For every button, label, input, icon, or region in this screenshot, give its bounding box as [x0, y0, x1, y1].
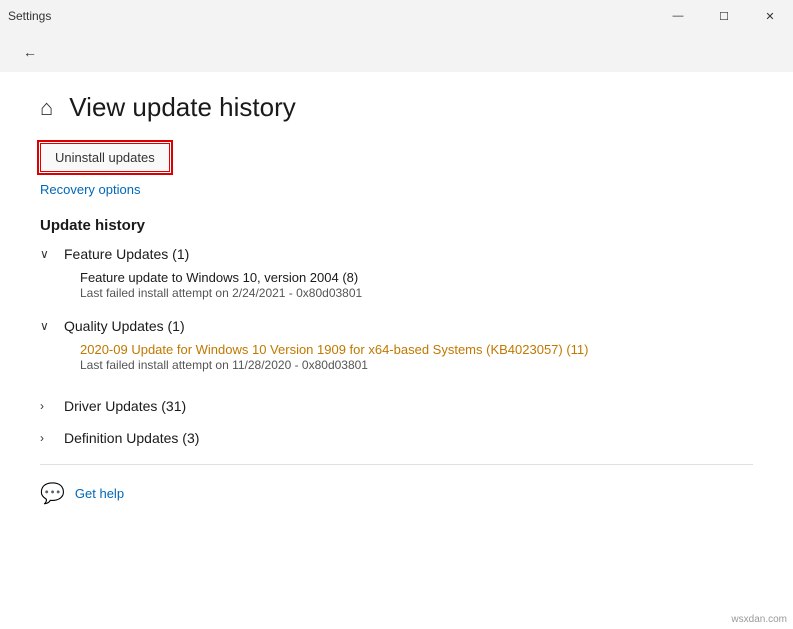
title-bar: Settings — ☐ ✕: [0, 0, 793, 32]
section-title: Update history: [40, 217, 753, 234]
quality-update-name-link-0[interactable]: 2020-09 Update for Windows 10 Version 19…: [80, 342, 753, 357]
feature-updates-category: ∨ Feature Updates (1) Feature update to …: [40, 244, 753, 300]
title-bar-controls: — ☐ ✕: [655, 0, 793, 32]
title-bar-title: Settings: [8, 9, 51, 23]
get-help-link[interactable]: Get help: [75, 486, 124, 501]
back-button[interactable]: ←: [16, 38, 44, 66]
driver-updates-chevron: ›: [40, 399, 56, 413]
quality-updates-label: Quality Updates (1): [64, 318, 185, 334]
quality-update-entry-0: 2020-09 Update for Windows 10 Version 19…: [80, 342, 753, 372]
feature-update-status-0: Last failed install attempt on 2/24/2021…: [80, 286, 753, 300]
nav-bar: ←: [0, 32, 793, 72]
minimize-button[interactable]: —: [655, 0, 701, 32]
main-content: ⌂ View update history Uninstall updates …: [0, 72, 793, 629]
feature-update-name-0: Feature update to Windows 10, version 20…: [80, 270, 753, 285]
feature-updates-label: Feature Updates (1): [64, 246, 189, 262]
maximize-button[interactable]: ☐: [701, 0, 747, 32]
divider: [40, 464, 753, 465]
get-help-icon: 💬: [40, 481, 65, 506]
quality-updates-chevron: ∨: [40, 319, 56, 333]
definition-updates-category: › Definition Updates (3): [40, 428, 753, 448]
close-button[interactable]: ✕: [747, 0, 793, 32]
uninstall-updates-button[interactable]: Uninstall updates: [40, 143, 170, 172]
quality-updates-entries: 2020-09 Update for Windows 10 Version 19…: [80, 342, 753, 372]
feature-updates-entries: Feature update to Windows 10, version 20…: [80, 270, 753, 300]
driver-updates-header[interactable]: › Driver Updates (31): [40, 396, 753, 416]
feature-updates-header[interactable]: ∨ Feature Updates (1): [40, 244, 753, 264]
page-title: View update history: [69, 92, 295, 123]
driver-updates-label: Driver Updates (31): [64, 398, 186, 414]
title-bar-left: Settings: [8, 9, 51, 23]
home-icon: ⌂: [40, 95, 53, 121]
driver-updates-category: › Driver Updates (31): [40, 396, 753, 416]
definition-updates-chevron: ›: [40, 431, 56, 445]
page-header: ⌂ View update history: [40, 92, 753, 123]
feature-update-entry-0: Feature update to Windows 10, version 20…: [80, 270, 753, 300]
watermark: wsxdan.com: [731, 614, 787, 625]
quality-updates-header[interactable]: ∨ Quality Updates (1): [40, 316, 753, 336]
quality-updates-category: ∨ Quality Updates (1) 2020-09 Update for…: [40, 316, 753, 372]
definition-updates-header[interactable]: › Definition Updates (3): [40, 428, 753, 448]
recovery-options-link[interactable]: Recovery options: [40, 182, 753, 197]
definition-updates-label: Definition Updates (3): [64, 430, 199, 446]
get-help-section[interactable]: 💬 Get help: [40, 481, 753, 506]
quality-update-status-0: Last failed install attempt on 11/28/202…: [80, 358, 753, 372]
feature-updates-chevron: ∨: [40, 247, 56, 261]
